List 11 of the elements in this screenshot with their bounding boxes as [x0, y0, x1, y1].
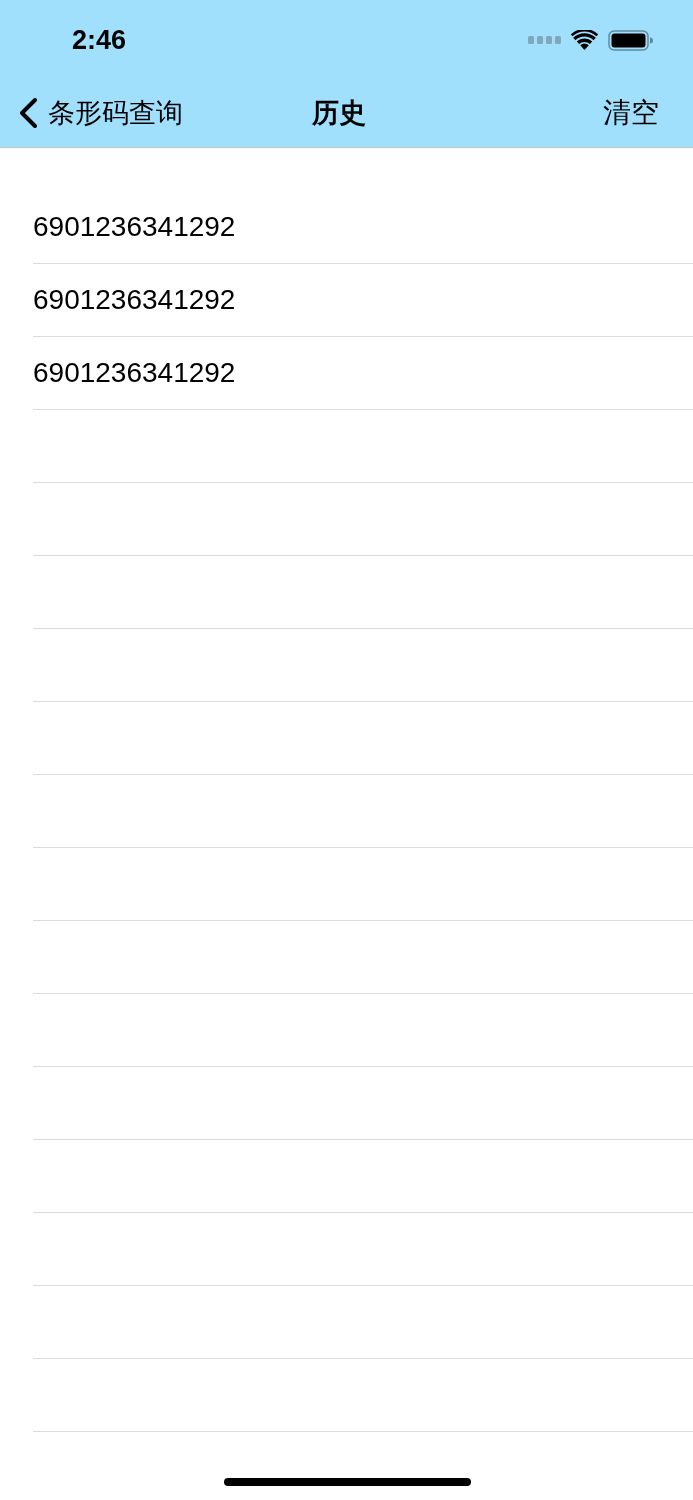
battery-icon — [608, 29, 653, 51]
history-item[interactable]: 6901236341292 — [33, 337, 693, 410]
signal-icon — [528, 36, 561, 44]
status-time: 2:46 — [72, 24, 127, 56]
page-title: 历史 — [311, 96, 366, 130]
wifi-icon — [571, 30, 598, 50]
back-button[interactable]: 条形码查询 — [18, 94, 183, 131]
history-item[interactable]: 6901236341292 — [33, 191, 693, 264]
history-item[interactable]: 6901236341292 — [33, 264, 693, 337]
chevron-left-icon — [18, 96, 38, 129]
clear-button[interactable]: 清空 — [603, 93, 659, 132]
